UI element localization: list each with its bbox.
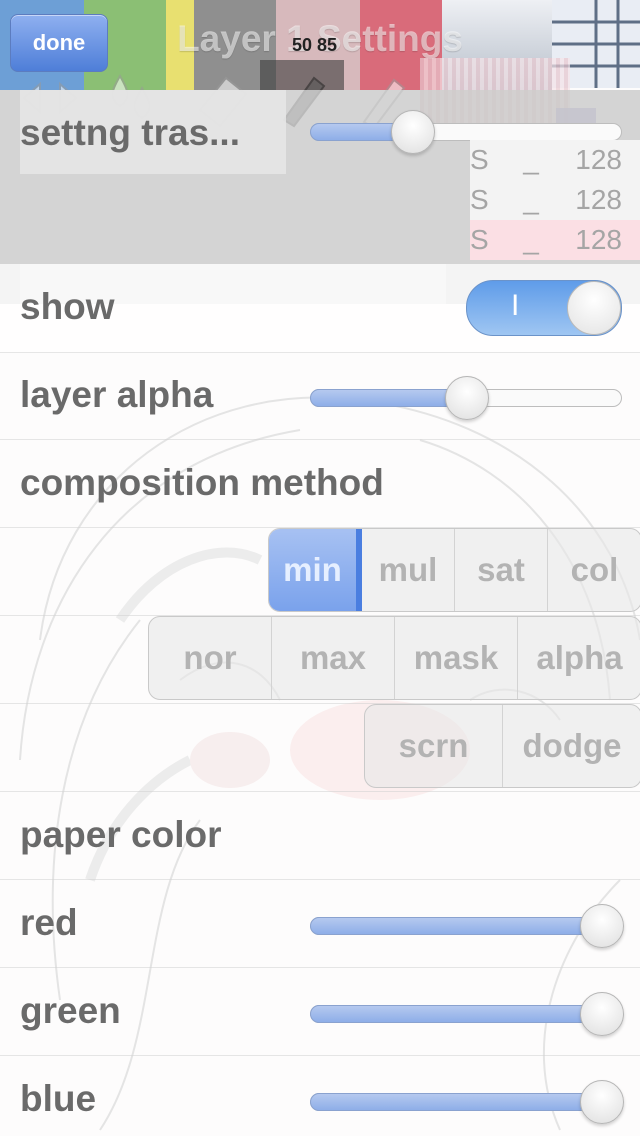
swatch-list-item-selected[interactable]: S _ 128 — [470, 220, 640, 260]
show-label: show — [20, 286, 115, 327]
swatch-separator: _ — [523, 184, 539, 215]
layer-alpha-label: layer alpha — [20, 374, 214, 415]
composition-option-col[interactable]: col — [548, 529, 640, 611]
composition-option-max[interactable]: max — [272, 617, 395, 699]
done-button[interactable]: done — [10, 14, 108, 72]
slider-thumb[interactable] — [580, 992, 624, 1036]
brush-transparency-label: settng tras... — [20, 112, 240, 153]
slider-thumb[interactable] — [445, 376, 489, 420]
slider-thumb[interactable] — [580, 1080, 624, 1124]
blue-slider[interactable] — [310, 1080, 624, 1124]
blue-label: blue — [20, 1078, 97, 1119]
green-slider[interactable] — [310, 992, 624, 1036]
toggle-on-label: I — [511, 289, 520, 322]
composition-option-nor[interactable]: nor — [149, 617, 272, 699]
red-slider[interactable] — [310, 904, 624, 948]
swatch-list: S _ 128 S _ 128 S _ 128 — [470, 140, 640, 260]
swatch-separator: _ — [523, 224, 539, 255]
swatch-list-item[interactable]: S _ 128 — [470, 180, 640, 220]
zoom-readout: 50 85 — [292, 35, 338, 55]
composition-option-mask[interactable]: mask — [395, 617, 518, 699]
swatch-separator: _ — [523, 144, 539, 175]
swatch-value: 128 — [575, 144, 622, 175]
slider-thumb[interactable] — [580, 904, 624, 948]
swatch-mode: S — [470, 144, 489, 175]
show-toggle[interactable]: I — [466, 280, 622, 336]
composition-method-label: composition method — [20, 462, 384, 503]
composition-option-dodge[interactable]: dodge — [503, 705, 640, 787]
swatch-mode: S — [470, 184, 489, 215]
composition-option-mul[interactable]: mul — [362, 529, 455, 611]
brush-transparency-slider[interactable] — [310, 110, 622, 154]
red-label: red — [20, 902, 78, 943]
composition-segment-row3: scrn dodge — [364, 704, 640, 788]
slider-thumb[interactable] — [391, 110, 435, 154]
swatch-value: 128 — [575, 224, 622, 255]
toggle-knob[interactable] — [567, 281, 621, 335]
composition-option-sat[interactable]: sat — [455, 529, 548, 611]
composition-segment-row1: min mul sat col — [268, 528, 640, 612]
layer-alpha-slider[interactable] — [310, 376, 622, 420]
composition-segment-row2: nor max mask alpha — [148, 616, 640, 700]
swatch-value: 128 — [575, 184, 622, 215]
composition-option-alpha[interactable]: alpha — [518, 617, 640, 699]
composition-option-min[interactable]: min — [269, 529, 362, 611]
swatch-list-item[interactable]: S _ 128 — [470, 140, 640, 180]
paper-color-label: paper color — [20, 814, 222, 855]
composition-option-scrn[interactable]: scrn — [365, 705, 503, 787]
swatch-mode: S — [470, 224, 489, 255]
green-label: green — [20, 990, 121, 1031]
